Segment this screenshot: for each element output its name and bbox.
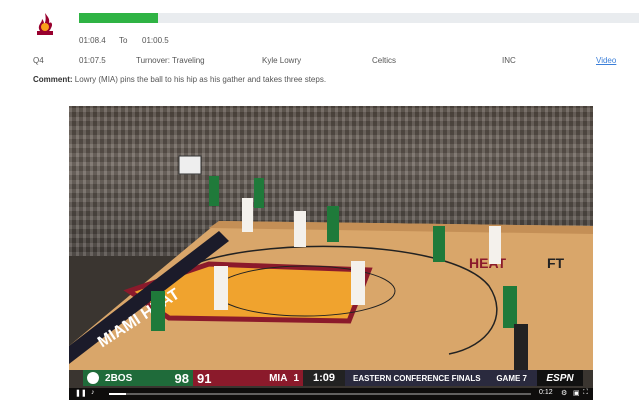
play-event: Turnover: Traveling [136,56,205,65]
clip-progress-fill [79,13,158,23]
play-status: INC [502,56,516,65]
game-clock: 1:09 [303,370,345,386]
video-link[interactable]: Video [596,56,616,65]
network-logo: ESPN [537,370,583,386]
video-time: 0:12 [539,389,553,396]
pip-icon[interactable]: ▣ [573,389,580,397]
home-score: 91 [197,370,212,386]
settings-icon[interactable]: ⚙ [561,389,567,397]
series-name: EASTERN CONFERENCE FINALS [353,373,481,383]
scorebug-home: 91 MIA 1 [193,370,303,386]
comment-text: Lowry (MIA) pins the ball to his hip as … [74,75,327,84]
time-separator: To [119,36,128,45]
time-end: 01:00.5 [142,36,169,45]
game-number: GAME 7 [496,373,527,383]
comment-row: Comment: Lowry (MIA) pins the ball to hi… [33,75,326,84]
play-player: Kyle Lowry [262,56,302,65]
video-player[interactable]: MIAMI HEAT HEAT FT 2 BOS 98 91 MIA 1 1:0… [69,106,593,400]
pause-icon[interactable]: ❚❚ [75,389,87,397]
volume-icon[interactable]: ♪ [91,389,95,396]
heat-logo-icon [34,12,56,36]
clip-progress-bar [79,13,639,23]
court-scene: MIAMI HEAT HEAT FT [69,155,593,372]
celtics-logo-icon [87,372,99,384]
away-team: BOS [110,372,133,384]
home-team: MIA [269,372,288,384]
scorebug-away: 2 BOS 98 [83,370,193,386]
play-team: Celtics [372,56,397,65]
time-start: 01:08.4 [79,36,106,45]
scorebug: 2 BOS 98 91 MIA 1 1:09 EASTERN CONFERENC… [83,370,583,386]
video-scrubber-fill [109,393,126,395]
away-score: 98 [174,370,189,386]
court-floor-text: FT [547,255,565,271]
video-scrubber[interactable] [109,393,531,395]
series-info: EASTERN CONFERENCE FINALS GAME 7 [345,370,537,386]
play-time: 01:07.5 [79,56,106,65]
home-seed: 1 [293,372,299,384]
fullscreen-icon[interactable]: ⛶ [583,389,588,397]
comment-label: Comment: [33,75,73,84]
play-period: Q4 [33,56,44,65]
video-controls: ❚❚ ♪ 0:12 ⚙ ▣ ⛶ [69,388,593,400]
